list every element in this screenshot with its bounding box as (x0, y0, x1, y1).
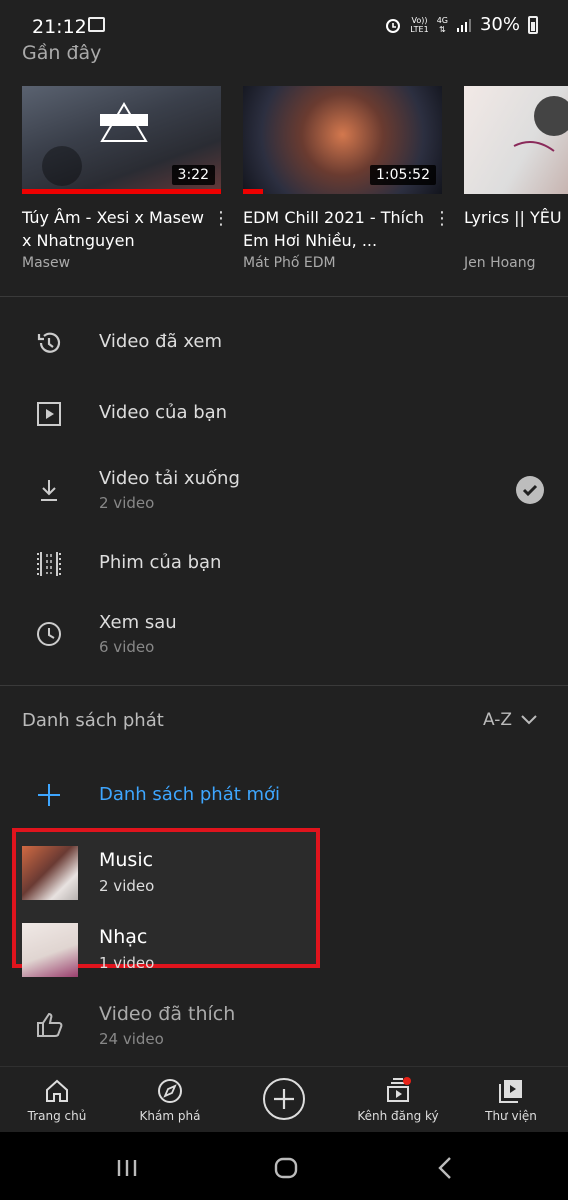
section-divider (0, 685, 568, 686)
gallery-notification-icon (88, 17, 105, 32)
status-time: 21:12 (32, 16, 87, 38)
nav-home[interactable]: Trang chủ (7, 1067, 107, 1133)
menu-history[interactable]: Video đã xem (0, 313, 568, 373)
download-icon (41, 480, 57, 501)
video-thumbnail[interactable]: 1:05:52 (243, 86, 442, 194)
video-channel: Masew (22, 255, 71, 271)
menu-label: Video của bạn (99, 402, 228, 423)
thumbs-up-icon (37, 1012, 63, 1037)
playlist-item-nhac[interactable]: Nhạc 1 video (0, 915, 568, 983)
plus-icon (38, 784, 60, 806)
subscriptions-icon (387, 1077, 411, 1102)
library-icon (499, 1080, 522, 1103)
menu-label: Phim của bạn (99, 552, 222, 573)
playlist-count: 1 video (99, 954, 155, 972)
menu-sub: 6 video (99, 638, 155, 656)
clock-icon (37, 622, 61, 646)
film-icon (37, 552, 61, 576)
video-duration: 3:22 (171, 165, 215, 185)
playlist-count: 24 video (99, 1030, 164, 1048)
bottom-navigation: Trang chủ Khám phá Kênh đăng ký Thư viện (0, 1066, 568, 1132)
playlist-title: Nhạc (99, 926, 148, 948)
playlist-title: Video đã thích (99, 1003, 236, 1025)
battery-icon (528, 15, 538, 34)
menu-downloads[interactable]: Video tải xuống 2 video (0, 460, 568, 520)
menu-movies[interactable]: Phim của bạn (0, 534, 568, 594)
network-label: Vo)) LTE1 (410, 15, 429, 34)
back-icon[interactable] (436, 1156, 454, 1180)
compass-icon (158, 1079, 182, 1103)
nav-library[interactable]: Thư viện (461, 1067, 561, 1133)
watch-progress-bar (22, 189, 221, 194)
history-icon (37, 332, 61, 353)
status-indicators: Vo)) LTE1 4G ⇅ 30% (384, 14, 538, 35)
playlist-thumbnail (22, 846, 78, 900)
status-bar: 21:12 Vo)) LTE1 4G ⇅ 30% (0, 0, 568, 40)
menu-watch-later[interactable]: Xem sau 6 video (0, 604, 568, 664)
section-divider (0, 296, 568, 297)
video-channel: Jen Hoang (464, 255, 536, 271)
nav-explore[interactable]: Khám phá (120, 1067, 220, 1133)
thumbnail-art (513, 96, 568, 152)
video-channel: Mát Phố EDM (243, 255, 336, 271)
playlist-thumbnail (22, 923, 78, 977)
more-options-icon[interactable]: ⋮ (212, 208, 230, 229)
signal-type: 4G ⇅ (436, 15, 448, 34)
alarm-icon (386, 18, 401, 33)
system-navigation-bar (0, 1132, 568, 1200)
playlist-item-music[interactable]: Music 2 video (0, 838, 568, 906)
menu-sub: 2 video (99, 494, 155, 512)
playlist-title: Music (99, 849, 154, 871)
new-playlist-button[interactable]: Danh sách phát mới (0, 768, 568, 824)
sort-dropdown[interactable]: A-Z (483, 710, 538, 730)
add-icon[interactable] (262, 1077, 306, 1121)
play-box-icon (37, 402, 61, 426)
recent-section-title: Gần đây (22, 42, 102, 64)
playlist-item-liked[interactable]: Video đã thích 24 video (0, 994, 568, 1062)
signal-icon (456, 18, 471, 32)
menu-label: Video đã xem (99, 331, 223, 352)
menu-label: Video tải xuống (99, 468, 240, 489)
video-title[interactable]: Túy Âm - Xesi x Masew x Nhatnguyen (22, 206, 212, 252)
new-playlist-label: Danh sách phát mới (99, 784, 281, 805)
menu-your-videos[interactable]: Video của bạn (0, 384, 568, 444)
recent-apps-icon[interactable] (116, 1158, 138, 1178)
home-icon (46, 1079, 68, 1102)
video-duration: 1:05:52 (370, 165, 436, 185)
chevron-down-icon (521, 715, 537, 725)
video-thumbnail[interactable] (464, 86, 568, 194)
watch-progress-bar (243, 189, 263, 194)
battery-percent: 30% (479, 14, 520, 35)
video-title[interactable]: Lyrics || YÊU Rhymastic (464, 206, 568, 229)
menu-label: Xem sau (99, 612, 177, 633)
more-options-icon[interactable]: ⋮ (433, 208, 451, 229)
downloaded-check-icon (516, 476, 544, 504)
home-button-icon[interactable] (274, 1156, 298, 1180)
playlist-count: 2 video (99, 877, 155, 895)
sort-label: A-Z (482, 710, 512, 730)
video-thumbnail[interactable]: 3:22 (22, 86, 221, 194)
playlists-header: Danh sách phát (22, 710, 164, 731)
video-title[interactable]: EDM Chill 2021 - Thích Em Hơi Nhiều, ... (243, 206, 433, 252)
nav-subscriptions[interactable]: Kênh đăng ký (348, 1067, 448, 1133)
